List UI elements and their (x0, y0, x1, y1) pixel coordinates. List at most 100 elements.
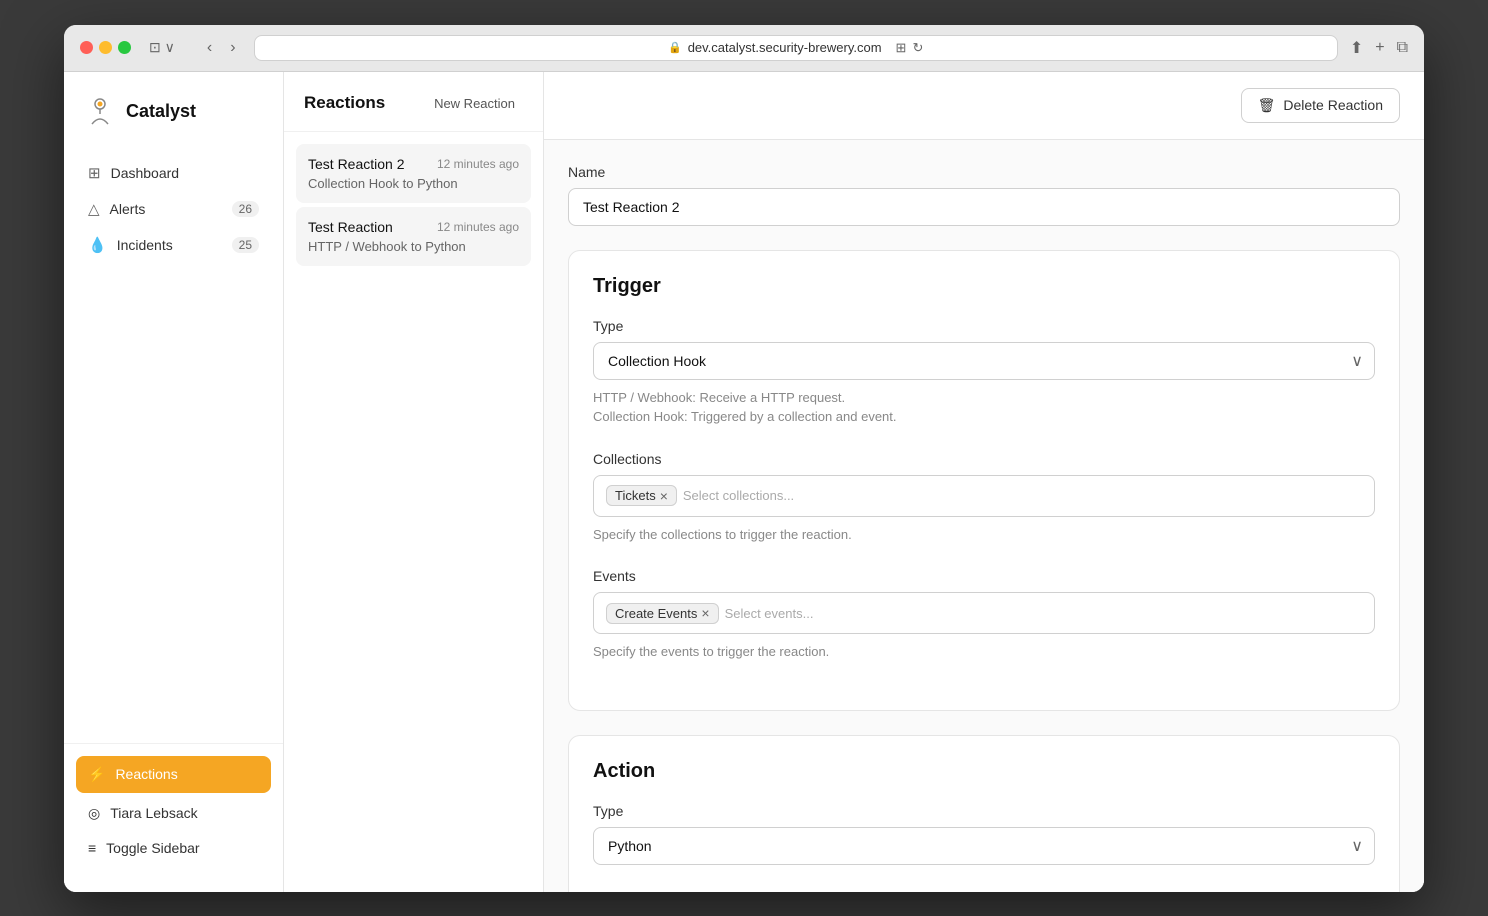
new-tab-button[interactable]: + (1375, 38, 1384, 58)
sidebar: Catalyst ⊞ Dashboard △ Alerts 26 💧 Incid… (64, 72, 284, 892)
trigger-type-section: Type HTTP / Webhook Collection Hook ∨ HT… (593, 318, 1375, 427)
events-label: Events (593, 568, 1375, 584)
share-action-button[interactable]: ⬆ (1350, 38, 1363, 58)
catalyst-logo (84, 96, 116, 128)
reaction-item-0[interactable]: Test Reaction 2 12 minutes ago Collectio… (296, 144, 531, 203)
maximize-button[interactable] (118, 41, 131, 54)
collections-label: Collections (593, 451, 1375, 467)
reaction-item-header-1: Test Reaction 12 minutes ago (308, 219, 519, 235)
create-events-tag: Create Events × (606, 603, 719, 624)
action-card: Action Type Python ∨ (568, 735, 1400, 892)
tickets-tag: Tickets × (606, 485, 677, 506)
share-icon: ⊞ (896, 40, 907, 56)
browser-chrome: ⊡ ∨ ‹ › 🔒 dev.catalyst.security-brewery.… (64, 25, 1424, 72)
reaction-item-name-1: Test Reaction (308, 219, 393, 235)
action-title: Action (593, 760, 1375, 783)
action-type-select-wrapper: Python ∨ (593, 827, 1375, 865)
url-text: dev.catalyst.security-brewery.com (688, 40, 882, 55)
sidebar-bottom: ⚡ Reactions ◎ Tiara Lebsack ≡ Toggle Sid… (64, 743, 283, 876)
toggle-icon: ≡ (88, 840, 96, 856)
incidents-icon: 💧 (88, 236, 107, 254)
delete-reaction-button[interactable]: 🗑 Delete Reaction (1241, 88, 1400, 123)
sidebar-nav: ⊞ Dashboard △ Alerts 26 💧 Incidents 25 (64, 148, 283, 743)
forward-button[interactable]: › (224, 37, 241, 59)
main-body: Name Trigger Type HTTP / Webhook Collect… (544, 140, 1424, 892)
lock-icon: 🔒 (668, 41, 682, 54)
user-button[interactable]: ◎ Tiara Lebsack (76, 797, 271, 830)
action-type-label: Type (593, 803, 1375, 819)
reaction-item-desc-0: Collection Hook to Python (308, 176, 519, 191)
hint-line1: HTTP / Webhook: Receive a HTTP request. (593, 390, 845, 405)
dashboard-icon: ⊞ (88, 164, 101, 182)
tickets-tag-remove[interactable]: × (660, 489, 668, 503)
sidebar-item-label-alerts: Alerts (110, 201, 146, 217)
toggle-sidebar-label: Toggle Sidebar (106, 840, 199, 856)
alerts-badge: 26 (232, 201, 259, 217)
minimize-button[interactable] (99, 41, 112, 54)
reactions-icon: ⚡ (88, 766, 105, 783)
sidebar-toggle-button[interactable]: ⊡ ∨ (143, 37, 181, 58)
create-events-tag-remove[interactable]: × (701, 606, 709, 620)
reaction-list: Test Reaction 2 12 minutes ago Collectio… (284, 132, 543, 282)
reaction-item-1[interactable]: Test Reaction 12 minutes ago HTTP / Webh… (296, 207, 531, 266)
reactions-panel: Reactions New Reaction Test Reaction 2 1… (284, 72, 544, 892)
browser-nav: ‹ › (201, 37, 242, 59)
delete-reaction-label: Delete Reaction (1283, 97, 1383, 113)
reactions-label: Reactions (115, 766, 177, 782)
reload-icon[interactable]: ↻ (912, 40, 923, 56)
traffic-lights (80, 41, 131, 54)
action-type-section: Type Python ∨ (593, 803, 1375, 865)
back-button[interactable]: ‹ (201, 37, 218, 59)
incidents-badge: 25 (232, 237, 259, 253)
trigger-card: Trigger Type HTTP / Webhook Collection H… (568, 250, 1400, 711)
trash-icon: 🗑 (1258, 97, 1276, 114)
events-section: Events Create Events × Select events... … (593, 568, 1375, 662)
trigger-hint: HTTP / Webhook: Receive a HTTP request. … (593, 388, 1375, 427)
tickets-tag-label: Tickets (615, 488, 656, 503)
reaction-item-desc-1: HTTP / Webhook to Python (308, 239, 519, 254)
sidebar-item-dashboard[interactable]: ⊞ Dashboard (76, 156, 271, 190)
sidebar-item-label-incidents: Incidents (117, 237, 173, 253)
address-bar[interactable]: 🔒 dev.catalyst.security-brewery.com ⊞ ↻ (254, 35, 1338, 61)
sidebar-app-title: Catalyst (126, 101, 196, 122)
reactions-panel-title: Reactions (304, 93, 385, 113)
sidebar-item-label-dashboard: Dashboard (111, 165, 180, 181)
reactions-panel-header: Reactions New Reaction (284, 72, 543, 132)
tabs-button[interactable]: ⧉ (1397, 38, 1408, 58)
toggle-sidebar-button[interactable]: ≡ Toggle Sidebar (76, 832, 271, 864)
sidebar-header: Catalyst (64, 88, 283, 148)
sidebar-reactions-button[interactable]: ⚡ Reactions (76, 756, 271, 793)
collections-placeholder: Select collections... (683, 488, 794, 503)
main-content: 🗑 Delete Reaction Name Trigger Type (544, 72, 1424, 892)
alerts-icon: △ (88, 200, 100, 218)
sidebar-item-alerts[interactable]: △ Alerts 26 (76, 192, 271, 226)
trigger-type-select[interactable]: HTTP / Webhook Collection Hook (593, 342, 1375, 380)
collections-multi-select[interactable]: Tickets × Select collections... (593, 475, 1375, 517)
events-hint: Specify the events to trigger the reacti… (593, 642, 1375, 662)
events-multi-select[interactable]: Create Events × Select events... (593, 592, 1375, 634)
trigger-type-label: Type (593, 318, 1375, 334)
name-section: Name (568, 164, 1400, 226)
browser-actions: ⬆ + ⧉ (1350, 38, 1408, 58)
main-header: 🗑 Delete Reaction (544, 72, 1424, 140)
name-input[interactable] (568, 188, 1400, 226)
name-field-label: Name (568, 164, 1400, 180)
events-placeholder: Select events... (725, 606, 814, 621)
reaction-item-header-0: Test Reaction 2 12 minutes ago (308, 156, 519, 172)
user-label: Tiara Lebsack (110, 805, 197, 821)
sidebar-item-incidents[interactable]: 💧 Incidents 25 (76, 228, 271, 262)
new-reaction-button[interactable]: New Reaction (426, 92, 523, 115)
collections-hint: Specify the collections to trigger the r… (593, 525, 1375, 545)
user-icon: ◎ (88, 805, 100, 822)
reaction-item-name-0: Test Reaction 2 (308, 156, 405, 172)
hint-line2: Collection Hook: Triggered by a collecti… (593, 409, 897, 424)
create-events-tag-label: Create Events (615, 606, 697, 621)
trigger-type-select-wrapper: HTTP / Webhook Collection Hook ∨ (593, 342, 1375, 380)
collections-section: Collections Tickets × Select collections… (593, 451, 1375, 545)
app-container: Catalyst ⊞ Dashboard △ Alerts 26 💧 Incid… (64, 72, 1424, 892)
action-type-select[interactable]: Python (593, 827, 1375, 865)
trigger-title: Trigger (593, 275, 1375, 298)
reaction-item-time-0: 12 minutes ago (437, 157, 519, 171)
reaction-item-time-1: 12 minutes ago (437, 220, 519, 234)
close-button[interactable] (80, 41, 93, 54)
